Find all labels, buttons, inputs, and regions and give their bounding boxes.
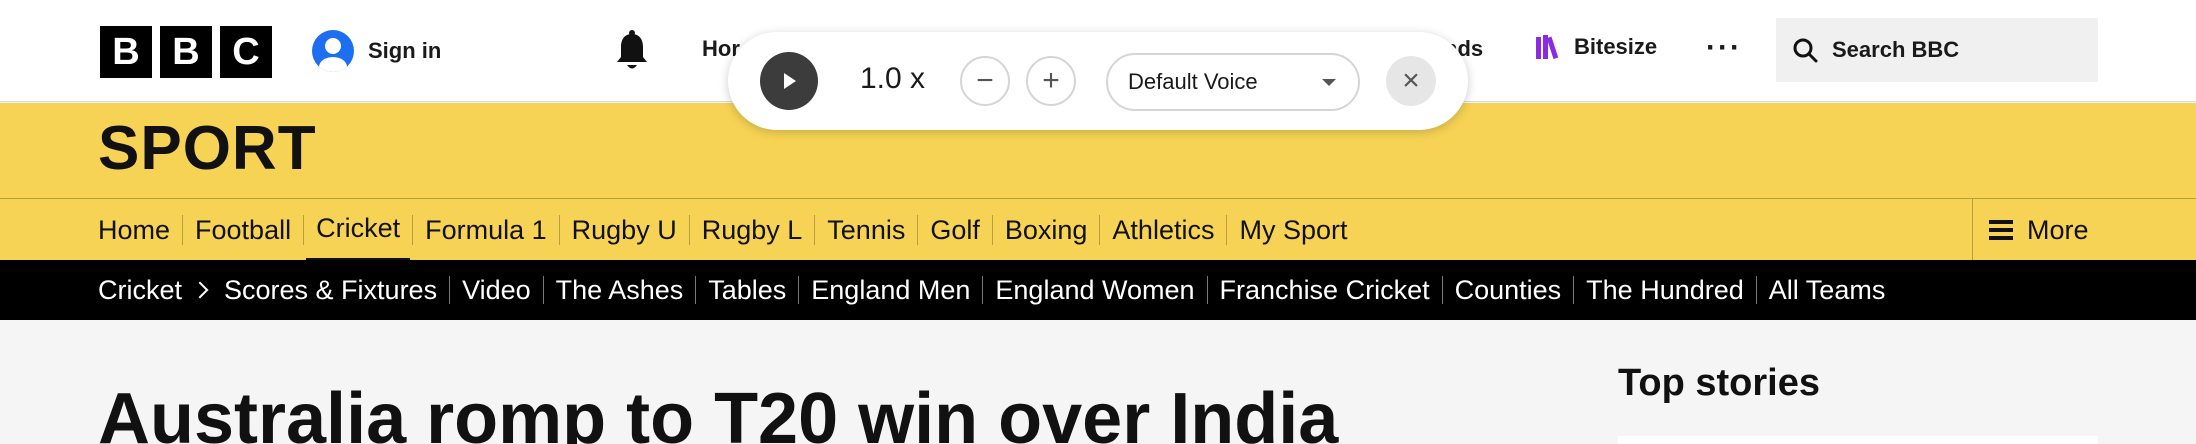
subnav-item-label: All Teams: [1768, 274, 1886, 305]
cricket-secondary-nav: Cricket Scores & Fixtures Video The Ashe…: [0, 260, 2196, 320]
nav-item-formula-1[interactable]: Formula 1: [400, 199, 547, 261]
nav-item-label: Football: [195, 214, 292, 245]
play-button[interactable]: [760, 52, 818, 110]
plus-icon: +: [1042, 64, 1060, 97]
top-story-card[interactable]: [1618, 436, 2098, 444]
subnav-item-counties[interactable]: Counties: [1430, 260, 1562, 320]
nav-item-home[interactable]: Home: [98, 199, 170, 261]
subnav-item-england-men[interactable]: England Men: [786, 260, 970, 320]
subnav-item-label: Video: [462, 274, 531, 305]
nav-item-rugby-league[interactable]: Rugby L: [677, 199, 803, 261]
subnav-item-tables[interactable]: Tables: [683, 260, 786, 320]
bitesize-icon: [1536, 35, 1559, 59]
notifications-bell-icon[interactable]: [612, 30, 652, 74]
sport-primary-nav: Home Football Cricket Formula 1 Rugby U …: [0, 198, 2196, 263]
subnav-item-all-teams[interactable]: All Teams: [1744, 260, 1886, 320]
sport-title[interactable]: SPORT: [98, 113, 317, 184]
subnav-item-label: The Hundred: [1586, 274, 1744, 305]
bitesize-link[interactable]: Bitesize: [1536, 34, 1657, 60]
nav-item-label: Tennis: [827, 214, 906, 245]
user-icon: [312, 30, 354, 72]
subnav-item-label: England Men: [811, 274, 971, 305]
nav-item-athletics[interactable]: Athletics: [1087, 199, 1214, 261]
nav-item-label: Cricket: [306, 197, 411, 263]
more-menu-icon[interactable]: ···: [1706, 33, 1742, 63]
nav-item-golf[interactable]: Golf: [905, 199, 980, 261]
nav-item-label: Home: [98, 214, 171, 245]
bbc-logo[interactable]: B B C: [100, 26, 272, 78]
more-label: More: [2027, 214, 2089, 245]
bbc-logo-letter: B: [100, 26, 152, 78]
more-menu-button[interactable]: More: [1972, 199, 2196, 261]
subnav-item-scores-fixtures[interactable]: Scores & Fixtures: [224, 260, 437, 320]
minus-icon: −: [976, 64, 994, 97]
text-to-speech-player: 1.0 x − + Default Voice ×: [728, 32, 1468, 130]
subnav-item-england-women[interactable]: England Women: [970, 260, 1194, 320]
bbc-logo-letter: C: [220, 26, 272, 78]
subnav-item-the-hundred[interactable]: The Hundred: [1561, 260, 1744, 320]
subnav-item-video[interactable]: Video: [437, 260, 531, 320]
subnav-item-label: Franchise Cricket: [1219, 274, 1430, 305]
search-icon: [1793, 38, 1818, 63]
subnav-item-label: Counties: [1454, 274, 1562, 305]
article-headline: Australia romp to T20 win over India: [98, 379, 1339, 444]
nav-item-label: Formula 1: [425, 214, 547, 245]
nav-item-boxing[interactable]: Boxing: [980, 199, 1088, 261]
subnav-item-label: England Women: [995, 274, 1195, 305]
caret-down-icon: [1322, 79, 1336, 86]
nav-item-label: Athletics: [1112, 214, 1215, 245]
nav-item-label: My Sport: [1239, 214, 1348, 245]
breadcrumb-label: Cricket: [98, 274, 183, 305]
subnav-item-label: Tables: [708, 274, 787, 305]
nav-item-cricket[interactable]: Cricket: [291, 199, 411, 263]
subnav-item-label: Scores & Fixtures: [224, 274, 438, 305]
nav-item-my-sport[interactable]: My Sport: [1214, 199, 1347, 261]
close-player-button[interactable]: ×: [1386, 56, 1436, 106]
decrease-speed-button[interactable]: −: [960, 56, 1010, 106]
subnav-item-label: The Ashes: [555, 274, 684, 305]
top-stories-heading: Top stories: [1618, 362, 1820, 404]
close-icon: ×: [1402, 64, 1420, 97]
voice-select[interactable]: Default Voice: [1106, 53, 1360, 111]
sign-in-link[interactable]: Sign in: [312, 30, 441, 72]
subnav-item-franchise-cricket[interactable]: Franchise Cricket: [1195, 260, 1430, 320]
nav-item-label: Rugby U: [571, 214, 677, 245]
bbc-logo-letter: B: [160, 26, 212, 78]
hamburger-icon: [1989, 220, 2013, 240]
nav-item-football[interactable]: Football: [170, 199, 291, 261]
nav-item-label: Rugby L: [701, 214, 803, 245]
subnav-item-the-ashes[interactable]: The Ashes: [531, 260, 684, 320]
play-icon: [784, 73, 796, 89]
bitesize-label: Bitesize: [1574, 34, 1658, 59]
nav-item-label: Golf: [930, 214, 980, 245]
chevron-right-icon: [191, 281, 209, 299]
increase-speed-button[interactable]: +: [1026, 56, 1076, 106]
playback-speed: 1.0 x: [860, 62, 926, 95]
nav-item-tennis[interactable]: Tennis: [802, 199, 905, 261]
voice-select-value: Default Voice: [1128, 69, 1258, 94]
sign-in-label: Sign in: [368, 38, 442, 63]
nav-item-label: Boxing: [1004, 214, 1088, 245]
breadcrumb-cricket[interactable]: Cricket: [98, 260, 224, 320]
search-bbc-input[interactable]: Search BBC: [1776, 18, 2098, 82]
search-placeholder: Search BBC: [1832, 37, 1960, 62]
nav-item-rugby-union[interactable]: Rugby U: [547, 199, 677, 261]
